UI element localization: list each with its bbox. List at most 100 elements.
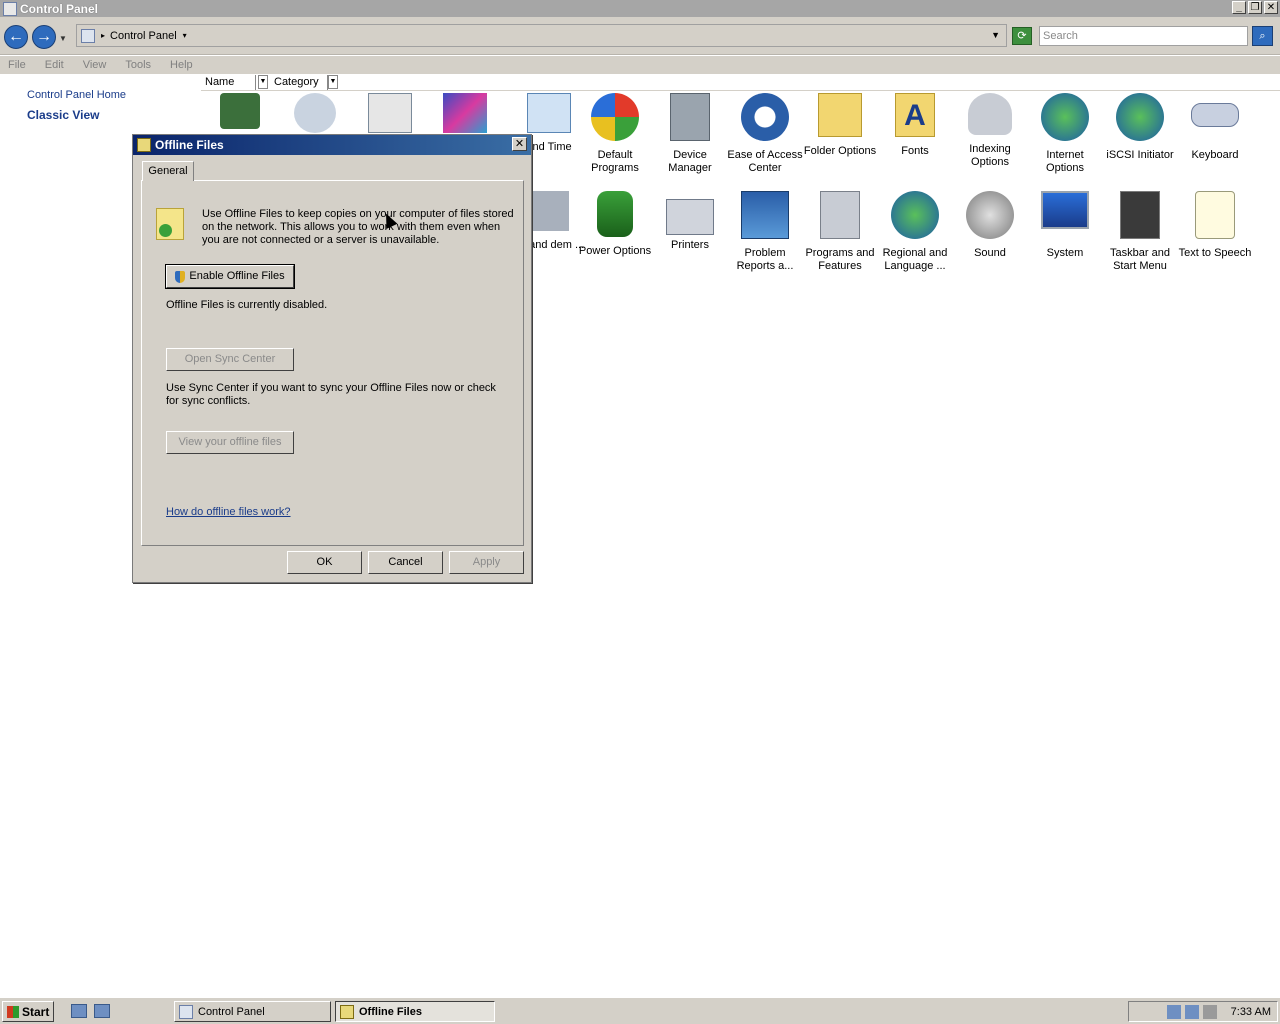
close-button[interactable]: ✕	[1264, 1, 1278, 14]
cp-item-folder-options[interactable]: Folder Options	[802, 93, 878, 158]
indexing-options-icon	[968, 93, 1012, 135]
cp-item-problem-reports[interactable]: Problem Reports a...	[727, 191, 803, 273]
control-panel-home-link[interactable]: Control Panel Home	[27, 89, 126, 101]
back-button[interactable]: ←	[4, 25, 28, 49]
recent-pages-dropdown[interactable]: ▼	[59, 34, 67, 43]
offline-files-help-link[interactable]: How do offline files work?	[166, 506, 291, 518]
cp-item-label: Fonts	[901, 145, 929, 157]
control-panel-icon	[3, 1, 17, 16]
ease-of-access-icon	[741, 93, 789, 141]
dialog-close-button[interactable]: ✕	[512, 137, 527, 151]
cp-item-power-options[interactable]: Power Options	[577, 191, 653, 258]
volume-tray-icon[interactable]	[1202, 1004, 1217, 1019]
sync-center-tray-icon[interactable]	[1166, 1004, 1181, 1019]
cp-item-sound[interactable]: Sound	[952, 191, 1028, 260]
refresh-button[interactable]: ⟳	[1012, 27, 1032, 45]
regional-language-icon	[891, 191, 939, 239]
search-input[interactable]: Search	[1039, 26, 1248, 46]
column-headers: Name ▲ ▼ Category ▼	[201, 74, 1280, 102]
offline-files-status: Offline Files is currently disabled.	[166, 299, 328, 311]
search-button[interactable]: ⌕	[1252, 26, 1273, 46]
server-manager-icon[interactable]	[71, 1004, 87, 1018]
chevron-down-icon[interactable]: ▸	[101, 31, 105, 40]
cp-item-add-hardware[interactable]	[202, 93, 278, 137]
minimize-button[interactable]: _	[1232, 1, 1246, 14]
window-titlebar: Control Panel _ ❐ ✕	[0, 0, 1280, 17]
cp-item-printers[interactable]: Printers	[652, 191, 728, 252]
default-programs-icon	[591, 93, 639, 141]
apply-button[interactable]: Apply	[449, 551, 524, 574]
cp-item-system[interactable]: System	[1027, 191, 1103, 260]
add-hardware-icon	[220, 93, 260, 129]
cp-item-device-manager[interactable]: Device Manager	[652, 93, 728, 175]
autoplay-icon	[368, 93, 412, 133]
maximize-button[interactable]: ❐	[1248, 1, 1262, 14]
column-header-category[interactable]: Category	[270, 75, 328, 90]
ok-button[interactable]: OK	[287, 551, 362, 574]
cp-item-label: Printers	[671, 239, 709, 251]
cp-item-ease-of-access[interactable]: Ease of Access Center	[727, 93, 803, 175]
taskbar-start-menu-icon	[1120, 191, 1160, 239]
taskbar-item-offline-files[interactable]: Offline Files	[335, 1001, 495, 1022]
network-tray-icon[interactable]	[1184, 1004, 1199, 1019]
menu-edit[interactable]: Edit	[45, 59, 64, 71]
system-icon	[1041, 191, 1089, 229]
offline-files-description: Use Offline Files to keep copies on your…	[202, 208, 514, 246]
cp-item-taskbar-start-menu[interactable]: Taskbar and Start Menu	[1102, 191, 1178, 273]
column-name-filter-dropdown[interactable]: ▼	[258, 75, 268, 89]
chevron-down-icon[interactable]: ▾	[183, 31, 187, 40]
programs-features-icon	[820, 191, 860, 239]
menu-file[interactable]: File	[8, 59, 26, 71]
menu-tools[interactable]: Tools	[125, 59, 151, 71]
offline-files-icon	[156, 208, 184, 240]
device-manager-icon	[670, 93, 710, 141]
cp-item-label: iSCSI Initiator	[1106, 149, 1174, 161]
cancel-button[interactable]: Cancel	[368, 551, 443, 574]
open-sync-center-button[interactable]: Open Sync Center	[166, 348, 294, 371]
cp-item-label: Device Manager	[668, 149, 712, 174]
cp-item-label: Taskbar and Start Menu	[1110, 247, 1170, 272]
column-name-label: Name	[205, 76, 235, 88]
view-offline-files-button[interactable]: View your offline files	[166, 431, 294, 454]
cp-item-text-to-speech[interactable]: Text to Speech	[1177, 191, 1253, 260]
column-header-name[interactable]: Name ▲	[201, 75, 256, 102]
cp-item-label: System	[1046, 247, 1084, 259]
start-button[interactable]: Start	[2, 1001, 54, 1022]
system-clock[interactable]: 7:33 AM	[1231, 1006, 1271, 1018]
cp-item-regional-language[interactable]: Regional and Language ...	[877, 191, 953, 273]
administrative-tools-icon	[294, 93, 336, 133]
enable-offline-files-button[interactable]: Enable Offline Files	[165, 264, 295, 289]
menu-view[interactable]: View	[83, 59, 107, 71]
dialog-title: Offline Files	[155, 138, 224, 152]
column-category-label: Category	[274, 76, 319, 88]
show-desktop-icon[interactable]	[94, 1004, 110, 1018]
breadcrumb[interactable]: Control Panel	[110, 30, 177, 42]
cp-item-indexing-options[interactable]: Indexing Options	[952, 93, 1028, 169]
cp-item-label: Keyboard	[1191, 149, 1239, 161]
offline-files-icon	[137, 138, 151, 152]
taskbar-item-control-panel[interactable]: Control Panel	[174, 1001, 331, 1022]
forward-button[interactable]: →	[32, 25, 56, 49]
cp-item-programs-features[interactable]: Programs and Features	[802, 191, 878, 273]
cp-item-keyboard[interactable]: Keyboard	[1177, 93, 1253, 162]
cp-item-default-programs[interactable]: Default Programs	[577, 93, 653, 175]
address-history-dropdown[interactable]: ▼	[991, 30, 1000, 40]
cp-item-iscsi-initiator[interactable]: iSCSI Initiator	[1102, 93, 1178, 162]
address-field[interactable]: ▸ Control Panel ▾ ▼	[76, 24, 1007, 47]
column-category-filter-dropdown[interactable]: ▼	[328, 75, 338, 89]
printers-icon	[666, 199, 714, 235]
offline-files-dialog: Offline Files ✕ General Use Offline File…	[132, 134, 532, 583]
cp-item-label: Internet Options	[1046, 149, 1084, 174]
cp-item-label: Programs and Features	[805, 247, 875, 272]
tab-general[interactable]: General	[142, 161, 194, 181]
menu-help[interactable]: Help	[170, 59, 193, 71]
iscsi-initiator-icon	[1116, 93, 1164, 141]
sync-center-description: Use Sync Center if you want to sync your…	[166, 382, 496, 407]
task-label: Offline Files	[359, 1005, 422, 1018]
date-time-icon	[527, 93, 571, 133]
cp-item-internet-options[interactable]: Internet Options	[1027, 93, 1103, 175]
cp-item-fonts[interactable]: A Fonts	[877, 93, 953, 158]
general-tab-panel: Use Offline Files to keep copies on your…	[141, 180, 524, 546]
classic-view-link[interactable]: Classic View	[27, 108, 100, 122]
cp-item-label: Indexing Options	[969, 143, 1011, 168]
